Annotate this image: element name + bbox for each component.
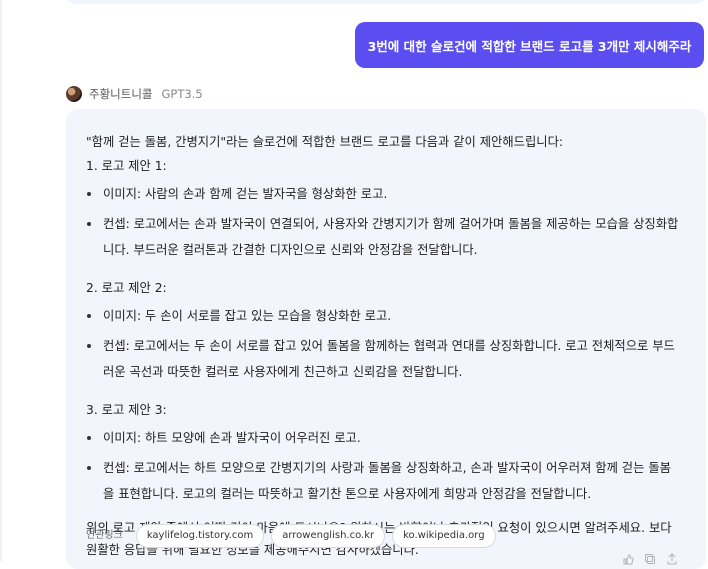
related-link-chip[interactable]: kaylifelog.tistory.com (135, 524, 265, 548)
thumb-icon[interactable] (622, 553, 634, 565)
section-title-3: 3. 로고 제안 3: (86, 403, 167, 417)
section-3-concept: 컨셉: 로고에서는 하트 모양으로 간병지기의 사랑과 돌봄을 상징화하고, 손… (86, 455, 682, 507)
related-link-chip[interactable]: ko.wikipedia.org (392, 524, 496, 548)
share-icon[interactable] (666, 553, 678, 565)
section-2-concept: 컨셉: 로고에서는 두 손이 서로를 잡고 있어 돌봄을 함께하는 협력과 연대… (86, 333, 682, 385)
section-1-image: 이미지: 사람의 손과 함께 걷는 발자국을 형상화한 로고. (86, 181, 682, 207)
section-1-concept: 컨셉: 로고에서는 손과 발자국이 연결되어, 사용자와 간병지기가 함께 걸어… (86, 211, 682, 263)
section-2-image: 이미지: 두 손이 서로를 잡고 있는 모습을 형상화한 로고. (86, 303, 682, 329)
related-link-chip[interactable]: arrowenglish.co.kr (271, 524, 386, 548)
response-intro: "함께 걷는 돌봄, 간병지기"라는 슬로건에 적합한 브랜드 로고를 다음과 … (86, 135, 564, 149)
model-tag: GPT3.5 (161, 87, 203, 101)
message-actions (622, 553, 678, 565)
section-list-1: 이미지: 사람의 손과 함께 걷는 발자국을 형상화한 로고. 컨셉: 로고에서… (86, 181, 682, 263)
previous-message-edge (66, 0, 706, 4)
assistant-header: 주황니트니콜 GPT3.5 (66, 85, 203, 103)
copy-icon[interactable] (644, 553, 656, 565)
related-links: 연관링크 kaylifelog.tistory.com arrowenglish… (86, 524, 496, 548)
assistant-avatar (66, 86, 82, 102)
section-list-2: 이미지: 두 손이 서로를 잡고 있는 모습을 형상화한 로고. 컨셉: 로고에… (86, 303, 682, 385)
related-links-label: 연관링크 (86, 530, 123, 541)
section-list-3: 이미지: 하트 모양에 손과 발자국이 어우러진 로고. 컨셉: 로고에서는 하… (86, 425, 682, 507)
user-message-text: 3번에 대한 슬로건에 적합한 브랜드 로고를 3개만 제시해주라 (367, 38, 692, 54)
user-message-bubble: 3번에 대한 슬로건에 적합한 브랜드 로고를 3개만 제시해주라 (355, 22, 704, 68)
section-title-2: 2. 로고 제안 2: (86, 281, 167, 295)
section-3-image: 이미지: 하트 모양에 손과 발자국이 어우러진 로고. (86, 425, 682, 451)
left-rail (0, 0, 2, 561)
assistant-name: 주황니트니콜 (89, 87, 153, 101)
section-title-1: 1. 로고 제안 1: (86, 159, 167, 173)
assistant-response-bubble: "함께 걷는 돌봄, 간병지기"라는 슬로건에 적합한 브랜드 로고를 다음과 … (66, 109, 706, 569)
